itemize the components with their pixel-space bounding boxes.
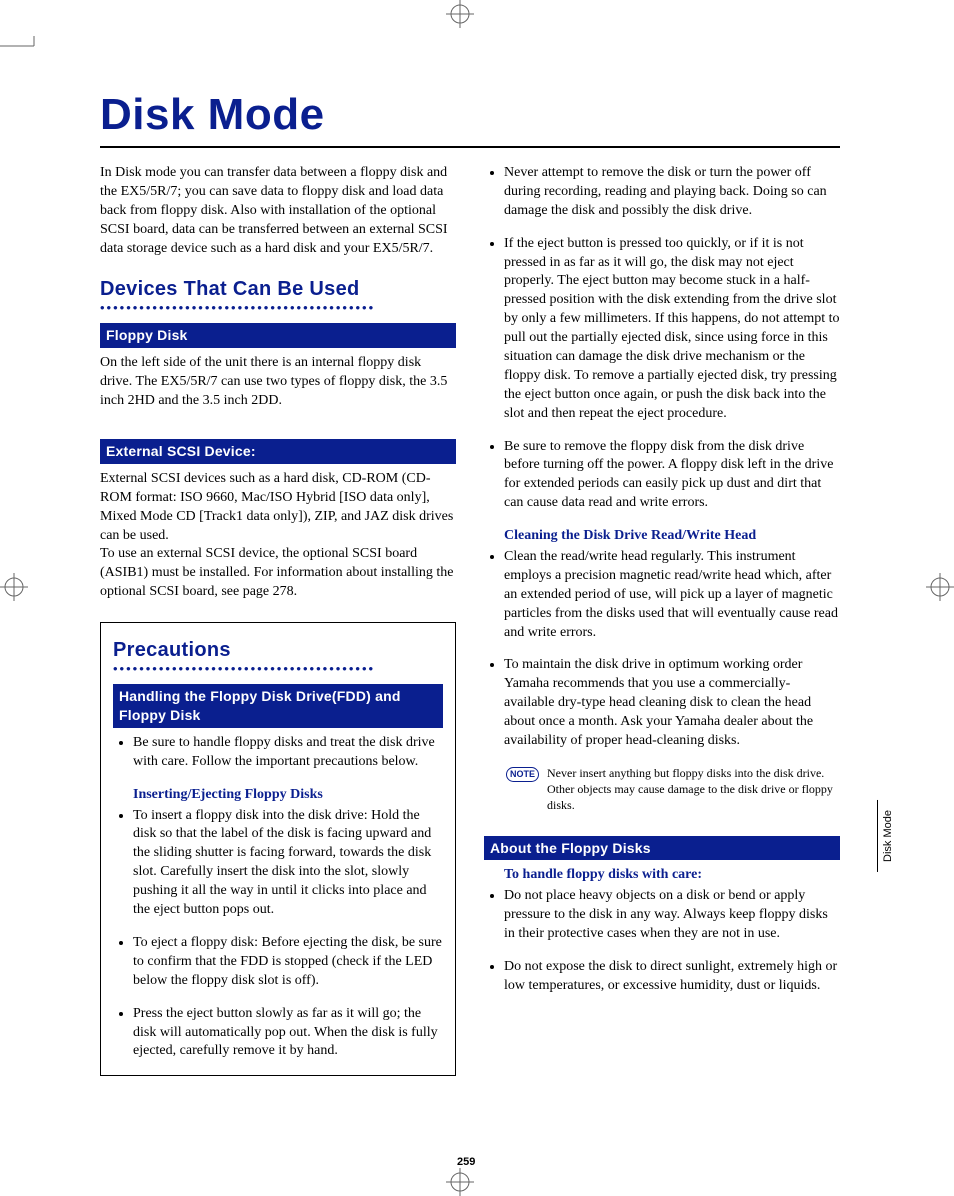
list-item: Press the eject button slowly as far as … bbox=[133, 1005, 443, 1062]
list-item: Never attempt to remove the disk or turn… bbox=[504, 164, 840, 221]
list-item: If the eject button is pressed too quick… bbox=[504, 235, 840, 424]
side-tab: Disk Mode bbox=[877, 800, 894, 872]
left-column: In Disk mode you can transfer data betwe… bbox=[100, 164, 456, 1076]
right-column: Never attempt to remove the disk or turn… bbox=[484, 164, 840, 1076]
list-item: To eject a floppy disk: Before ejecting … bbox=[133, 934, 443, 991]
devices-heading: Devices That Can Be Used bbox=[100, 276, 456, 303]
crop-mark-right bbox=[914, 567, 954, 607]
page-content: Disk Mode In Disk mode you can transfer … bbox=[100, 90, 840, 1076]
note-text: Never insert anything but floppy disks i… bbox=[547, 765, 840, 814]
list-item: Clean the read/write head regularly. Thi… bbox=[504, 548, 840, 642]
precautions-heading: Precautions bbox=[113, 637, 443, 664]
precautions-box: Precautions ••••••••••••••••••••••••••••… bbox=[100, 622, 456, 1076]
list-item: Be sure to handle floppy disks and treat… bbox=[133, 734, 443, 772]
list-item: Do not expose the disk to direct sunligh… bbox=[504, 958, 840, 996]
scsi-body-1: External SCSI devices such as a hard dis… bbox=[100, 470, 456, 546]
floppy-disk-body: On the left side of the unit there is an… bbox=[100, 354, 456, 411]
dot-rule: •••••••••••••••••••••••••••••••••••••••• bbox=[113, 666, 443, 674]
list-item: To insert a floppy disk into the disk dr… bbox=[133, 807, 443, 920]
list-item: Be sure to remove the floppy disk from t… bbox=[504, 438, 840, 514]
list-item: Do not place heavy objects on a disk or … bbox=[504, 887, 840, 944]
cleaning-list: Clean the read/write head regularly. Thi… bbox=[484, 548, 840, 751]
about-list: Do not place heavy objects on a disk or … bbox=[484, 887, 840, 995]
about-subheading: To handle floppy disks with care: bbox=[504, 866, 840, 885]
dot-rule: ••••••••••••••••••••••••••••••••••••••••… bbox=[100, 305, 456, 313]
about-heading: About the Floppy Disks bbox=[484, 836, 840, 861]
page-title: Disk Mode bbox=[100, 90, 840, 140]
floppy-disk-heading: Floppy Disk bbox=[100, 323, 456, 348]
inserting-list-continued: Never attempt to remove the disk or turn… bbox=[484, 164, 840, 513]
inserting-list: To insert a floppy disk into the disk dr… bbox=[113, 807, 443, 1062]
note-row: NOTE Never insert anything but floppy di… bbox=[506, 765, 840, 814]
intro-paragraph: In Disk mode you can transfer data betwe… bbox=[100, 164, 456, 258]
note-icon: NOTE bbox=[506, 767, 539, 782]
page-number: 259 bbox=[457, 1156, 475, 1168]
handling-heading: Handling the Floppy Disk Drive(FDD) and … bbox=[113, 684, 443, 728]
crop-mark-left bbox=[0, 567, 40, 607]
title-rule bbox=[100, 146, 840, 148]
list-item: To maintain the disk drive in optimum wo… bbox=[504, 656, 840, 750]
crop-mark-top bbox=[440, 0, 480, 40]
inserting-heading: Inserting/Ejecting Floppy Disks bbox=[133, 786, 443, 805]
crop-corner-tl bbox=[0, 36, 40, 56]
handling-list: Be sure to handle floppy disks and treat… bbox=[113, 734, 443, 772]
cleaning-heading: Cleaning the Disk Drive Read/Write Head bbox=[504, 527, 840, 546]
scsi-body-2: To use an external SCSI device, the opti… bbox=[100, 545, 456, 602]
scsi-heading: External SCSI Device: bbox=[100, 439, 456, 464]
